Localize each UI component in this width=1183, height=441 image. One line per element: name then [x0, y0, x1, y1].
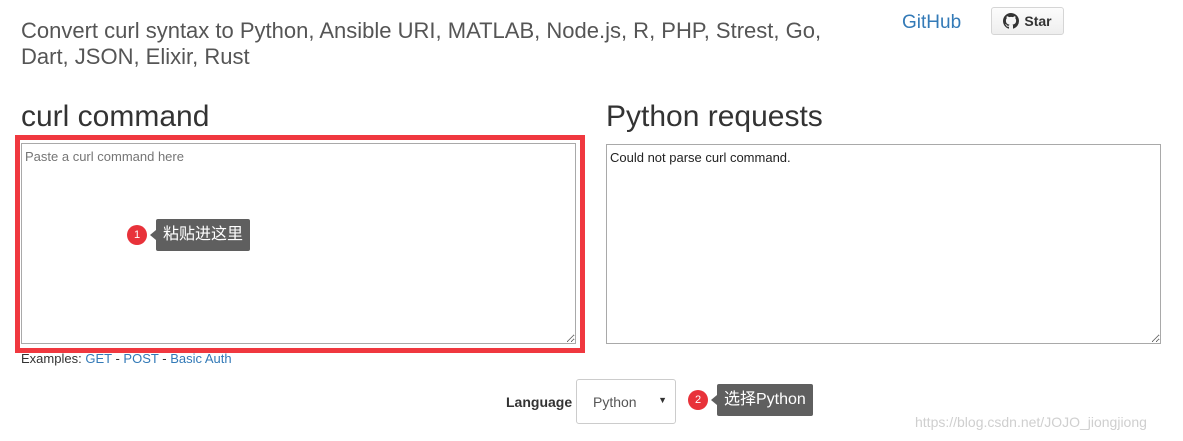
examples-label: Examples:: [21, 351, 82, 366]
annotation-tooltip-2: 选择Python: [711, 384, 813, 416]
language-label: Language: [506, 394, 573, 410]
curl-command-heading: curl command: [21, 100, 210, 133]
page-subtitle: Convert curl syntax to Python, Ansible U…: [21, 18, 822, 69]
example-post-link[interactable]: POST: [123, 351, 158, 366]
example-get-link[interactable]: GET: [85, 351, 112, 366]
separator: -: [162, 351, 167, 366]
github-link[interactable]: GitHub: [902, 12, 961, 34]
watermark: https://blog.csdn.net/JOJO_jiongjiong: [915, 414, 1147, 430]
annotation-badge-2: 2: [688, 390, 708, 410]
chevron-down-icon: ▼: [658, 395, 667, 405]
examples-row: Examples: GET - POST - Basic Auth: [21, 351, 232, 367]
github-star-button[interactable]: Star: [991, 7, 1064, 35]
github-octocat-icon: [1003, 13, 1020, 29]
python-requests-heading: Python requests: [606, 100, 823, 133]
python-output-textarea[interactable]: Could not parse curl command.: [606, 144, 1161, 344]
highlight-frame: [15, 135, 585, 353]
star-label: Star: [1024, 13, 1052, 29]
annotation-badge-1: 1: [127, 225, 147, 245]
example-basic-auth-link[interactable]: Basic Auth: [170, 351, 231, 366]
separator: -: [115, 351, 120, 366]
language-select-value: Python: [593, 394, 637, 410]
language-select[interactable]: Python ▼: [576, 379, 676, 424]
annotation-tooltip-1: 粘贴进这里: [149, 219, 251, 251]
